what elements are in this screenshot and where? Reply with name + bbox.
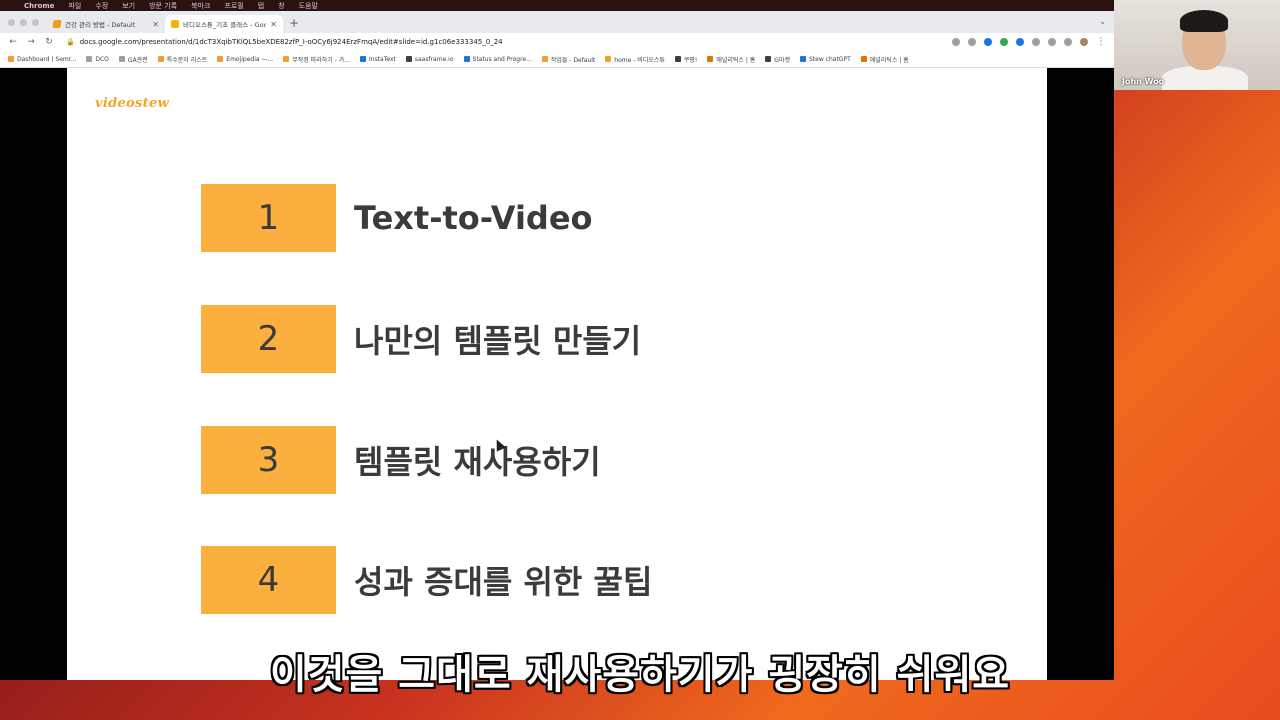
agenda-number-box: 2 (201, 305, 336, 373)
bookmark-item[interactable]: InstaText (359, 56, 396, 63)
agenda-number-box: 3 (201, 426, 336, 494)
bookmark-item[interactable]: DCO (86, 56, 109, 63)
side-panel-icon[interactable] (1064, 38, 1072, 46)
extension-icon[interactable] (1016, 38, 1024, 46)
menubar-item-help[interactable]: 도움말 (299, 1, 318, 11)
maximize-window-button[interactable] (32, 19, 39, 26)
share-icon[interactable] (952, 38, 960, 46)
bookmark-favicon-icon (605, 56, 612, 62)
agenda-label: 성과 증대를 위한 꿀팁 (354, 563, 653, 601)
bookmark-item[interactable]: 특수문자 리스트 (157, 55, 207, 64)
profile-avatar-icon[interactable] (1080, 38, 1088, 46)
menubar-item-history[interactable]: 방문 기록 (149, 1, 177, 11)
webcam-participant-name: John Woo (1122, 77, 1165, 86)
bookmark-item[interactable]: saasframe.io (405, 56, 454, 63)
bookmark-favicon-icon (765, 56, 772, 62)
bookmark-favicon-icon (157, 56, 164, 62)
extension-grammarly-icon[interactable] (984, 38, 992, 46)
agenda-item-1: 1 Text-to-Video (201, 184, 593, 252)
bookmark-star-icon[interactable] (968, 38, 976, 46)
reload-icon[interactable]: ↻ (44, 37, 54, 47)
toolbar-icons: ⋮ (952, 37, 1106, 47)
video-subtitle: 이것을 그대로 재사용하기가 굉장히 쉬워요 (269, 652, 1011, 698)
close-window-button[interactable] (8, 19, 15, 26)
menubar-app-name[interactable]: Chrome (24, 2, 54, 10)
bookmark-item[interactable]: Emojipedia —... (217, 56, 273, 63)
bookmark-favicon-icon (283, 56, 290, 62)
bookmark-favicon-icon (217, 56, 224, 62)
tab-health[interactable]: 건강 관리 방법 - Default ✕ (47, 15, 165, 33)
menu-kebab-icon[interactable]: ⋮ (1096, 37, 1106, 47)
tab-title: 비디오스튜_기초 클래스 - Google (183, 21, 267, 29)
tab-title: 건강 관리 방법 - Default (65, 21, 136, 29)
menubar-item-profile[interactable]: 프로필 (224, 1, 243, 11)
bookmark-favicon-icon (707, 56, 714, 62)
bookmark-item[interactable]: 애널리틱스 | 홈 (707, 55, 755, 64)
menubar-item-window[interactable]: 창 (278, 1, 284, 11)
bookmark-item[interactable]: GA관련 (118, 55, 148, 64)
bookmark-item[interactable]: G마켓 (765, 55, 790, 64)
minimize-window-button[interactable] (20, 19, 27, 26)
extension-icon[interactable] (1000, 38, 1008, 46)
address-bar[interactable]: 🔒 docs.google.com/presentation/d/1dcT3Xq… (62, 36, 944, 49)
google-slides-icon (171, 20, 179, 28)
extensions-puzzle-icon[interactable] (1032, 38, 1040, 46)
agenda-item-3: 3 템플릿 재사용하기 (201, 426, 601, 494)
bookmark-favicon-icon (541, 56, 548, 62)
browser-toolbar: ← → ↻ 🔒 docs.google.com/presentation/d/1… (0, 33, 1114, 51)
back-icon[interactable]: ← (8, 37, 18, 47)
bookmark-favicon-icon (674, 56, 681, 62)
agenda-number-box: 1 (201, 184, 336, 252)
presentation-viewport: videostew 1 Text-to-Video 2 나만의 템플릿 만들기 … (0, 68, 1114, 680)
agenda-label: 나만의 템플릿 만들기 (354, 322, 642, 360)
bookmark-favicon-icon (359, 56, 366, 62)
bookmark-item[interactable]: 애널리틱스 | 홈 (860, 55, 909, 64)
folder-icon (86, 56, 93, 62)
menubar-item-tab[interactable]: 탭 (258, 1, 264, 11)
bookmark-favicon-icon (800, 56, 806, 62)
videostew-favicon-icon (52, 20, 62, 28)
bookmark-item[interactable]: home - 비디오스튜 (605, 55, 665, 64)
browser-window: 건강 관리 방법 - Default ✕ 비디오스튜_기초 클래스 - Goog… (0, 11, 1114, 68)
tab-search-chevron-icon[interactable]: ⌄ (1099, 17, 1106, 26)
url-text[interactable]: docs.google.com/presentation/d/1dcT3Xqib… (80, 38, 503, 46)
agenda-item-4: 4 성과 증대를 위한 꿀팁 (201, 546, 652, 614)
menubar-item-bookmarks[interactable]: 북마크 (191, 1, 210, 11)
new-tab-icon[interactable]: + (289, 16, 299, 30)
videostew-logo: videostew (95, 96, 170, 111)
mac-menubar: Chrome 파일 수정 보기 방문 기록 북마크 프로필 탭 창 도움말 (0, 0, 1120, 11)
bookmark-item[interactable]: Dashboard | Semr... (8, 56, 76, 63)
bookmark-favicon-icon (463, 56, 470, 62)
window-controls (8, 19, 39, 26)
menubar-item-edit[interactable]: 수정 (95, 1, 108, 11)
close-tab-icon[interactable]: ✕ (152, 20, 159, 29)
bookmark-favicon-icon (8, 56, 14, 62)
agenda-label: Text-to-Video (354, 199, 593, 237)
close-tab-icon[interactable]: ✕ (270, 20, 277, 29)
bookmark-item[interactable]: Status and Progre... (463, 56, 532, 63)
tab-strip: 건강 관리 방법 - Default ✕ 비디오스튜_기초 클래스 - Goog… (0, 11, 1114, 33)
menubar-item-file[interactable]: 파일 (68, 1, 81, 11)
bookmark-favicon-icon (860, 56, 867, 62)
bookmark-item[interactable]: 무작정 따라하기 - 가... (283, 55, 350, 64)
agenda-number-box: 4 (201, 546, 336, 614)
menubar-item-view[interactable]: 보기 (122, 1, 135, 11)
forward-icon[interactable]: → (26, 37, 36, 47)
webcam-person-hair (1180, 10, 1228, 32)
agenda-item-2: 2 나만의 템플릿 만들기 (201, 305, 641, 373)
webcam-overlay: John Woo (1114, 0, 1280, 90)
slide[interactable]: videostew 1 Text-to-Video 2 나만의 템플릿 만들기 … (67, 68, 1047, 680)
bookmark-item[interactable]: 작업들 - Default (541, 55, 595, 64)
bookmarks-bar: Dashboard | Semr... DCO GA관련 특수문자 리스트 Em… (0, 51, 1114, 68)
bookmark-item[interactable]: Stew chatGPT (800, 56, 851, 63)
bookmark-favicon-icon (405, 56, 412, 62)
agenda-label: 템플릿 재사용하기 (354, 443, 601, 481)
lock-icon[interactable]: 🔒 (66, 38, 75, 46)
folder-icon (118, 56, 125, 62)
tab-slides[interactable]: 비디오스튜_기초 클래스 - Google ✕ (165, 15, 283, 33)
bookmark-item[interactable]: 쿠팡! (674, 55, 697, 64)
reading-list-icon[interactable] (1048, 38, 1056, 46)
